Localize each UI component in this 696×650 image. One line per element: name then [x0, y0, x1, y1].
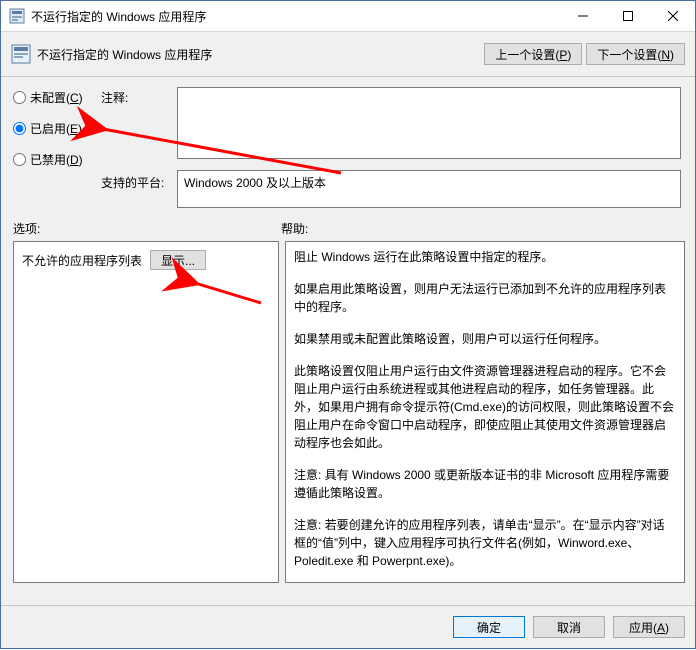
field-inputs: Windows 2000 及以上版本 [177, 87, 685, 208]
titlebar-buttons [560, 1, 695, 31]
close-button[interactable] [650, 1, 695, 31]
radio-not-configured[interactable]: 未配置(C) [13, 89, 101, 106]
options-label: 选项: [13, 220, 281, 237]
prev-setting-button[interactable]: 上一个设置(P) [484, 43, 582, 65]
help-text: 如果启用此策略设置，则用户无法运行已添加到不允许的应用程序列表中的程序。 [294, 280, 676, 316]
platform-label: 支持的平台: [101, 174, 177, 191]
radio-enabled[interactable]: 已启用(E) [13, 120, 101, 137]
help-label: 帮助: [281, 220, 549, 237]
policy-icon [11, 44, 31, 64]
section-labels: 选项: 帮助: [13, 220, 685, 237]
help-text: 注意: 具有 Windows 2000 或更新版本证书的非 Microsoft … [294, 466, 676, 502]
minimize-button[interactable] [560, 1, 605, 31]
window: 不运行指定的 Windows 应用程序 不运行指定的 Windows 应用程序 … [0, 0, 696, 649]
options-panel: 不允许的应用程序列表 显示... [13, 241, 279, 583]
comment-label: 注释: [101, 89, 177, 106]
next-setting-button[interactable]: 下一个设置(N) [586, 43, 685, 65]
radio-disabled-input[interactable] [13, 153, 26, 166]
cancel-button[interactable]: 取消 [533, 616, 605, 638]
state-radios: 未配置(C) 已启用(E) 已禁用(D) [13, 87, 101, 182]
radio-enabled-input[interactable] [13, 122, 26, 135]
field-labels: 注释: 支持的平台: [101, 87, 177, 191]
apply-button[interactable]: 应用(A) [613, 616, 685, 638]
help-text: 阻止 Windows 运行在此策略设置中指定的程序。 [294, 248, 676, 266]
comment-input[interactable] [177, 87, 681, 159]
radio-disabled[interactable]: 已禁用(D) [13, 151, 101, 168]
footer: 确定 取消 应用(A) [1, 605, 695, 648]
help-text: 注意: 若要创建允许的应用程序列表，请单击“显示”。在“显示内容”对话框的“值”… [294, 516, 676, 570]
window-title: 不运行指定的 Windows 应用程序 [31, 8, 560, 25]
two-column: 不允许的应用程序列表 显示... 阻止 Windows 运行在此策略设置中指定的… [13, 241, 685, 583]
maximize-button[interactable] [605, 1, 650, 31]
help-panel[interactable]: 阻止 Windows 运行在此策略设置中指定的程序。 如果启用此策略设置，则用户… [285, 241, 685, 583]
option-row: 不允许的应用程序列表 显示... [22, 250, 270, 270]
header: 不运行指定的 Windows 应用程序 上一个设置(P) 下一个设置(N) [1, 32, 695, 77]
body: 未配置(C) 已启用(E) 已禁用(D) 注释: 支持的平台: Windows … [1, 77, 695, 591]
disallowed-list-label: 不允许的应用程序列表 [22, 252, 142, 269]
help-text: 如果禁用或未配置此策略设置，则用户可以运行任何程序。 [294, 330, 676, 348]
config-row: 未配置(C) 已启用(E) 已禁用(D) 注释: 支持的平台: Windows … [13, 87, 685, 208]
radio-not-configured-input[interactable] [13, 91, 26, 104]
help-text: 此策略设置仅阻止用户运行由文件资源管理器进程启动的程序。它不会阻止用户运行由系统… [294, 362, 676, 452]
show-button[interactable]: 显示... [150, 250, 206, 270]
titlebar: 不运行指定的 Windows 应用程序 [1, 1, 695, 32]
app-icon [9, 8, 25, 24]
policy-title: 不运行指定的 Windows 应用程序 [37, 46, 480, 63]
platform-box: Windows 2000 及以上版本 [177, 170, 681, 208]
ok-button[interactable]: 确定 [453, 616, 525, 638]
